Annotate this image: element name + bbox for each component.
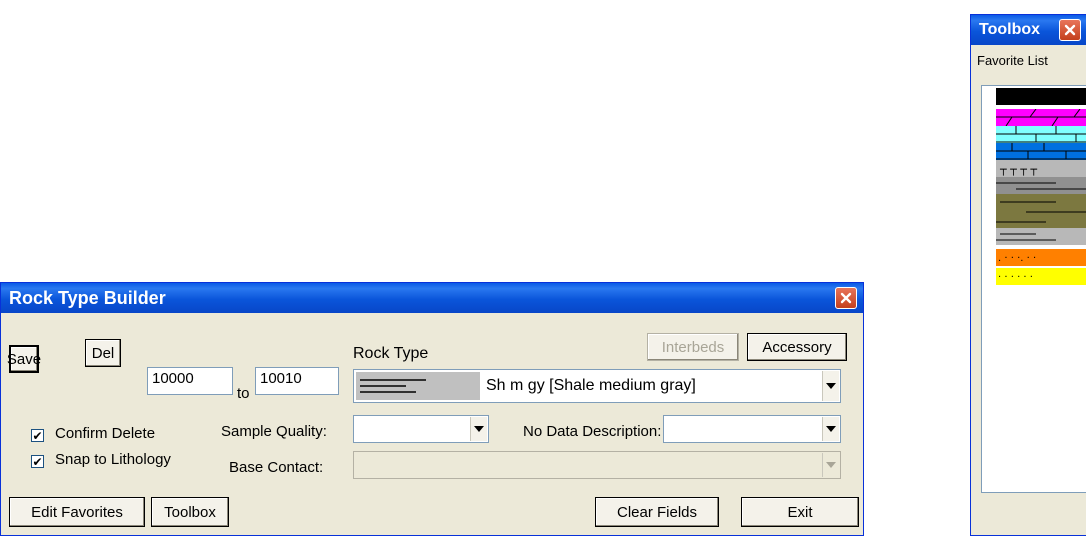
snap-to-lithology-label: Snap to Lithology xyxy=(55,451,171,468)
close-icon xyxy=(840,292,852,304)
del-button[interactable]: Del xyxy=(85,339,121,367)
rock-type-dropdown-arrow[interactable] xyxy=(822,371,839,401)
close-button[interactable] xyxy=(835,287,857,309)
sample-quality-dropdown-arrow[interactable] xyxy=(470,417,487,441)
sample-quality-combobox[interactable] xyxy=(353,415,489,443)
rock-type-value: Sh m gy [Shale medium gray] xyxy=(486,377,696,394)
confirm-delete-label: Confirm Delete xyxy=(55,425,156,442)
rock-type-label: Rock Type xyxy=(353,345,429,362)
favorite-list-label: Favorite List xyxy=(977,53,1048,68)
rock-type-combobox[interactable]: Sh m gy [Shale medium gray] xyxy=(353,369,841,403)
accessory-button[interactable]: Accessory xyxy=(747,333,847,361)
svg-text:┬ ┬ ┬ ┬: ┬ ┬ ┬ ┬ xyxy=(999,163,1037,176)
title-bar[interactable]: Rock Type Builder xyxy=(1,283,863,313)
checkmark-icon: ✔ xyxy=(32,454,43,469)
toolbox-close-button[interactable] xyxy=(1059,19,1081,41)
rock-type-builder-window: Rock Type Builder Save Del 10000 to 1001… xyxy=(0,282,864,536)
no-data-description-label: No Data Description: xyxy=(523,423,662,440)
toolbox-button[interactable]: Toolbox xyxy=(151,497,229,527)
to-label: to xyxy=(237,385,250,402)
favorite-swatch[interactable] xyxy=(996,126,1086,143)
edit-favorites-button[interactable]: Edit Favorites xyxy=(9,497,145,527)
confirm-delete-checkbox[interactable]: ✔ xyxy=(31,429,44,442)
favorite-swatch[interactable] xyxy=(996,109,1086,126)
favorite-swatch[interactable] xyxy=(996,143,1086,160)
favorite-swatch[interactable] xyxy=(996,88,1086,105)
no-data-description-combobox[interactable] xyxy=(663,415,841,443)
exit-button[interactable]: Exit xyxy=(741,497,859,527)
interbeds-button[interactable]: Interbeds xyxy=(647,333,739,361)
toolbox-title: Toolbox xyxy=(979,21,1041,38)
snap-to-lithology-checkbox[interactable]: ✔ xyxy=(31,455,44,468)
close-icon xyxy=(1064,24,1076,36)
favorite-swatch[interactable] xyxy=(996,177,1086,194)
favorite-swatch[interactable] xyxy=(996,228,1086,245)
shale-pattern-swatch xyxy=(356,372,480,400)
favorite-swatch[interactable] xyxy=(996,194,1086,228)
base-contact-label: Base Contact: xyxy=(229,459,324,476)
favorite-swatch[interactable]: · · · · · · xyxy=(996,268,1086,285)
svg-text:· · · · · ·: · · · · · · xyxy=(998,272,1033,283)
window-title: Rock Type Builder xyxy=(9,287,166,308)
favorite-list[interactable]: ┬ ┬ ┬ ┬ . · · ·. · · · · · · · · xyxy=(981,85,1086,493)
toolbox-window: Toolbox Favorite List ┬ ┬ ┬ ┬ . · · ·. ·… xyxy=(970,14,1086,536)
favorite-swatch[interactable]: . · · ·. · · xyxy=(996,249,1086,266)
base-contact-combobox[interactable] xyxy=(353,451,841,479)
base-contact-dropdown-arrow[interactable] xyxy=(822,453,839,477)
sample-quality-label: Sample Quality: xyxy=(221,423,327,440)
to-depth-input[interactable]: 10010 xyxy=(255,367,339,395)
from-depth-input[interactable]: 10000 xyxy=(147,367,233,395)
no-data-description-dropdown-arrow[interactable] xyxy=(822,417,839,441)
save-button[interactable]: Save xyxy=(7,345,41,373)
checkmark-icon: ✔ xyxy=(32,428,43,443)
svg-text:. · · ·. · ·: . · · ·. · · xyxy=(998,253,1036,264)
clear-fields-button[interactable]: Clear Fields xyxy=(595,497,719,527)
favorite-swatch[interactable]: ┬ ┬ ┬ ┬ xyxy=(996,160,1086,177)
